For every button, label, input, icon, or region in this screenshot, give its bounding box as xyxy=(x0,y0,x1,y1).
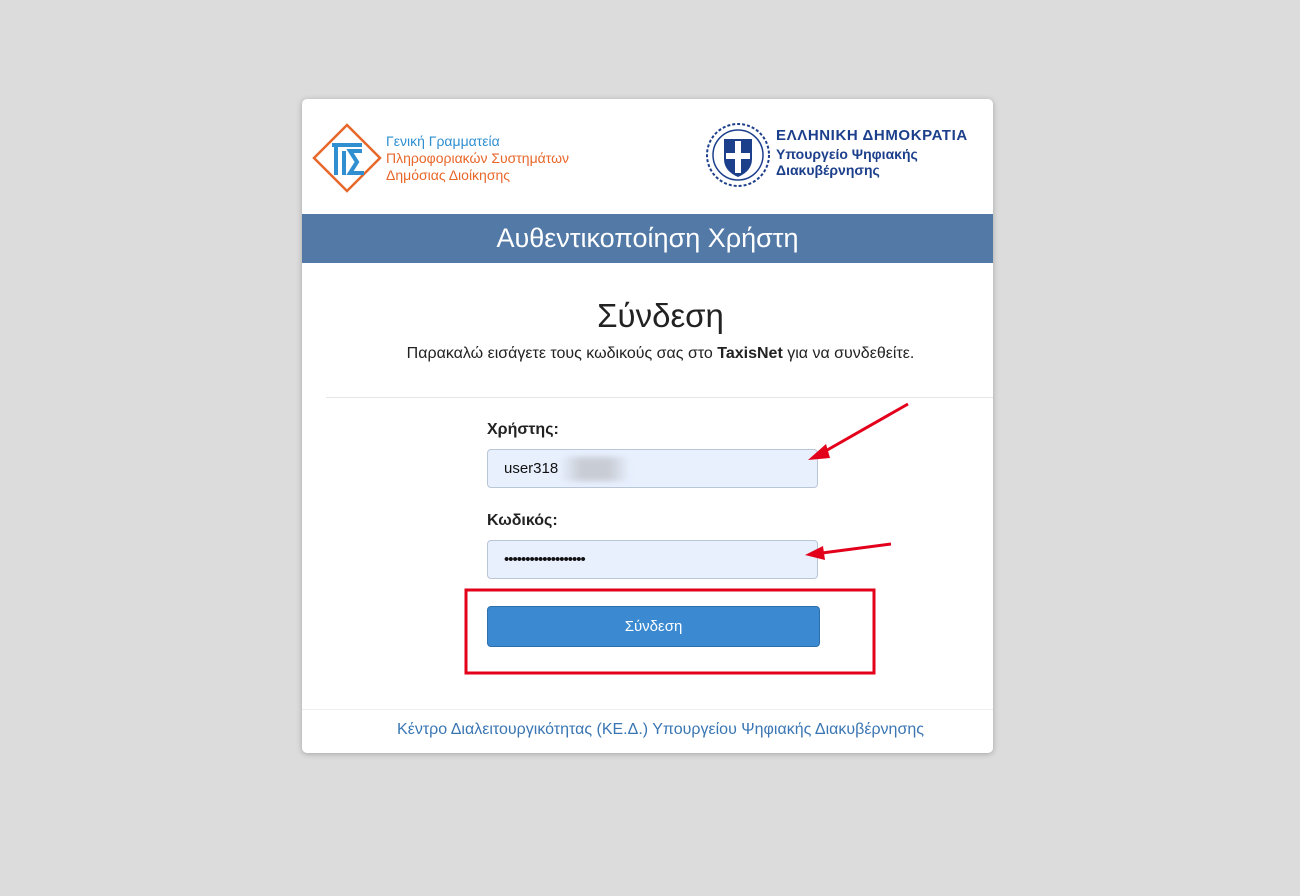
description-text-start: Παρακαλώ εισάγετε τους κωδικούς σας στο xyxy=(406,345,718,362)
login-description: Παρακαλώ εισάγετε τους κωδικούς σας στο … xyxy=(302,345,993,363)
login-button[interactable]: Σύνδεση xyxy=(487,606,820,647)
greek-coat-of-arms-icon xyxy=(706,123,770,187)
auth-banner: Αυθεντικοποίηση Χρήστη xyxy=(302,214,993,263)
login-card: Γενική Γραμματεία Πληροφοριακών Συστημάτ… xyxy=(302,99,993,753)
login-title: Σύνδεση xyxy=(597,297,724,334)
description-taxisnet: TaxisNet xyxy=(717,345,783,362)
password-input[interactable] xyxy=(487,540,818,579)
divider xyxy=(326,397,993,398)
banner-title: Αυθεντικοποίηση Χρήστη xyxy=(496,223,799,253)
gov-line-3: Διακυβέρνησης xyxy=(776,162,880,178)
gsis-logo xyxy=(312,123,382,193)
gsis-name: Γενική Γραμματεία Πληροφοριακών Συστημάτ… xyxy=(386,133,569,184)
description-text-end: για να συνδεθείτε. xyxy=(782,345,915,362)
username-label: Χρήστης: xyxy=(487,421,559,438)
gsis-line-1: Γενική Γραμματεία xyxy=(386,133,500,149)
gov-line-2: Υπουργείο Ψηφιακής xyxy=(776,146,918,162)
footer-link-ked[interactable]: Κέντρο Διαλειτουργικότητας (ΚΕ.Δ.) Υπουρ… xyxy=(302,721,993,739)
footer-divider xyxy=(302,709,993,710)
header-logos: Γενική Γραμματεία Πληροφοριακών Συστημάτ… xyxy=(302,99,993,214)
password-label: Κωδικός: xyxy=(487,512,558,529)
username-input[interactable] xyxy=(487,449,818,488)
redaction-blur xyxy=(560,457,630,481)
gov-name: ΕΛΛΗΝΙΚΗ ΔΗΜΟΚΡΑΤΙΑ Υπουργείο Ψηφιακής Δ… xyxy=(776,125,968,178)
gsis-line-2: Πληροφοριακών Συστημάτων xyxy=(386,150,570,166)
gov-line-1: ΕΛΛΗΝΙΚΗ ΔΗΜΟΚΡΑΤΙΑ xyxy=(776,127,968,144)
gsis-line-3: Δημόσιας Διοίκησης xyxy=(386,167,511,183)
